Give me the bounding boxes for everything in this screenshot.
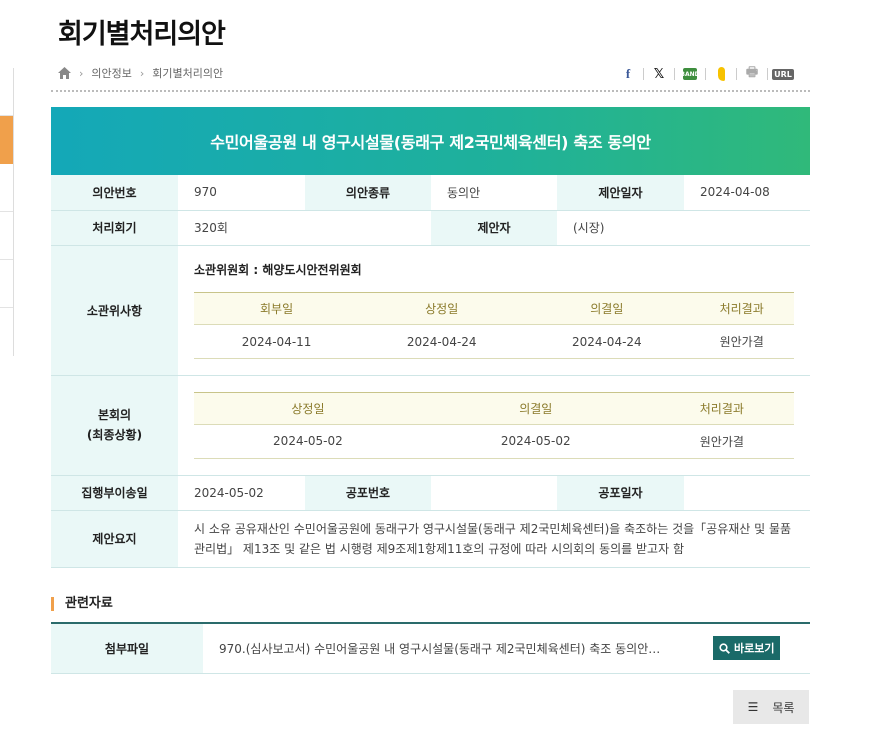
committee-value: 2024-04-24	[359, 324, 525, 359]
committee-value: 2024-04-24	[524, 324, 690, 359]
kakaostory-icon[interactable]	[709, 65, 733, 83]
label-promulgation-date: 공포일자	[557, 475, 684, 511]
plenary-section: 상정일 의결일 처리결과 2024-05-02 2024-05-02 원안가결	[178, 375, 810, 476]
chevron-right-icon: ›	[79, 66, 84, 80]
home-icon[interactable]	[58, 67, 71, 79]
plenary-label-line2: (최종상황)	[86, 428, 143, 442]
list-button[interactable]: ☰ 목록	[733, 690, 809, 724]
side-nav-item[interactable]	[0, 260, 13, 308]
committee-header: 회부일	[194, 292, 360, 325]
committee-header: 상정일	[359, 292, 525, 325]
side-nav-item[interactable]	[0, 212, 13, 260]
committee-value: 2024-04-11	[194, 324, 360, 359]
url-copy-icon[interactable]: URL	[771, 65, 795, 83]
label-transfer-date: 집행부이송일	[51, 475, 178, 511]
magnifier-icon	[719, 643, 730, 654]
committee-value: 원안가결	[689, 324, 794, 359]
menu-lines-icon: ☰	[747, 700, 759, 714]
label-session: 처리회기	[51, 210, 178, 246]
label-attachment: 첨부파일	[51, 623, 203, 674]
attachment-actions: 바로보기	[713, 623, 810, 674]
breadcrumb: › 의안정보 › 회기별처리의안	[58, 65, 223, 81]
print-icon[interactable]: 🖶	[740, 65, 764, 83]
plenary-header: 상정일	[194, 391, 422, 425]
label-summary: 제안요지	[51, 510, 178, 568]
bill-info-table: 의안번호 970 의안종류 동의안 제안일자 2024-04-08 처리회기 3…	[51, 175, 810, 568]
plenary-value: 원안가결	[649, 424, 794, 459]
chevron-right-icon: ›	[139, 66, 145, 80]
divider	[51, 90, 810, 92]
breadcrumb-item[interactable]: 회기별처리의안	[152, 65, 223, 81]
side-nav-item[interactable]	[0, 68, 13, 116]
label-proposer: 제안자	[431, 210, 557, 246]
proposer: (시장)	[557, 210, 810, 246]
x-twitter-icon[interactable]: 𝕏	[647, 65, 671, 83]
breadcrumb-item[interactable]: 의안정보	[91, 65, 131, 81]
side-nav-item[interactable]	[0, 308, 13, 356]
proposal-date: 2024-04-08	[684, 175, 810, 211]
label-plenary: 본회의 (최종상황)	[51, 375, 178, 476]
promulgation-date	[684, 475, 810, 511]
list-button-label: 목록	[772, 700, 795, 715]
label-committee: 소관위사항	[51, 245, 178, 376]
bill-summary: 시 소유 공유재산인 수민어울공원에 동래구가 영구시설물(동래구 제2국민체육…	[178, 510, 810, 568]
bill-type: 동의안	[431, 175, 557, 211]
left-side-nav	[0, 68, 14, 356]
page-title: 회기별처리의안	[58, 19, 226, 50]
share-toolbar: f 𝕏 BAND 🖶 URL	[616, 65, 795, 83]
plenary-value: 2024-05-02	[194, 424, 422, 459]
transfer-date: 2024-05-02	[178, 475, 305, 511]
related-section-title: 관련자료	[51, 597, 113, 611]
committee-header: 처리결과	[689, 292, 794, 325]
plenary-header: 의결일	[421, 391, 650, 425]
bill-number: 970	[178, 175, 305, 211]
side-nav-item-active[interactable]	[0, 116, 13, 164]
attachment-file-name: 970.(심사보고서) 수민어울공원 내 영구시설물(동래구 제2국민체육센터)…	[203, 623, 713, 674]
plenary-table: 상정일 의결일 처리결과 2024-05-02 2024-05-02 원안가결	[194, 391, 794, 459]
side-nav-item[interactable]	[0, 164, 13, 212]
label-proposal-date: 제안일자	[557, 175, 684, 211]
bill-title: 수민어울공원 내 영구시설물(동래구 제2국민체육센터) 축조 동의안	[51, 107, 810, 175]
promulgation-number	[431, 475, 557, 511]
committee-header: 의결일	[524, 292, 690, 325]
label-promulgation-number: 공포번호	[305, 475, 431, 511]
label-bill-type: 의안종류	[305, 175, 431, 211]
plenary-label-line1: 본회의	[97, 408, 132, 422]
facebook-icon[interactable]: f	[616, 65, 640, 83]
attachment-table: 첨부파일 970.(심사보고서) 수민어울공원 내 영구시설물(동래구 제2국민…	[51, 622, 810, 674]
session: 320회	[178, 210, 431, 246]
committee-table: 회부일 상정일 의결일 처리결과 2024-04-11 2024-04-24 2…	[194, 292, 794, 359]
plenary-value: 2024-05-02	[421, 424, 650, 459]
plenary-header: 처리결과	[649, 391, 794, 425]
view-button-label: 바로보기	[734, 642, 775, 656]
band-icon[interactable]: BAND	[678, 65, 702, 83]
committee-name: 소관위원회 : 해양도시안전위원회	[194, 263, 362, 277]
label-bill-number: 의안번호	[51, 175, 178, 211]
committee-section: 소관위원회 : 해양도시안전위원회 회부일 상정일 의결일 처리결과 2024-…	[178, 245, 810, 376]
view-button[interactable]: 바로보기	[713, 636, 781, 661]
